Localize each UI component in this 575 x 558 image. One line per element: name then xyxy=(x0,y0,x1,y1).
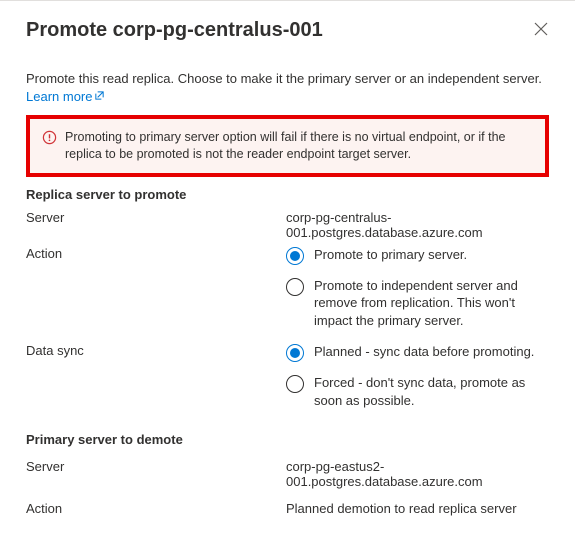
action-option-promote-independent[interactable]: Promote to independent server and remove… xyxy=(286,277,549,330)
radio-label: Promote to independent server and remove… xyxy=(314,277,549,330)
close-icon xyxy=(533,24,549,41)
primary-server-value: corp-pg-eastus2-001.postgres.database.az… xyxy=(286,457,549,489)
radio-icon xyxy=(286,375,304,393)
datasync-options: Planned - sync data before promoting. Fo… xyxy=(286,343,549,409)
radio-icon xyxy=(286,344,304,362)
action-option-promote-primary[interactable]: Promote to primary server. xyxy=(286,246,549,265)
datasync-label: Data sync xyxy=(26,333,276,409)
intro-text: Promote this read replica. Choose to mak… xyxy=(26,70,549,105)
primary-section: Primary server to demote Server corp-pg-… xyxy=(26,432,549,516)
intro-text-content: Promote this read replica. Choose to mak… xyxy=(26,71,542,86)
close-button[interactable] xyxy=(533,19,549,42)
external-link-icon xyxy=(94,88,105,106)
server-label: Server xyxy=(26,208,276,240)
server-value: corp-pg-centralus-001.postgres.database.… xyxy=(286,208,549,240)
radio-label: Forced - don't sync data, promote as soo… xyxy=(314,374,549,409)
replica-grid: Server corp-pg-centralus-001.postgres.da… xyxy=(26,208,549,410)
action-label: Action xyxy=(26,244,276,330)
primary-server-label: Server xyxy=(26,457,276,489)
action-options: Promote to primary server. Promote to in… xyxy=(286,246,549,330)
warning-text: Promoting to primary server option will … xyxy=(65,129,533,163)
primary-section-title: Primary server to demote xyxy=(26,432,549,447)
panel-title: Promote corp-pg-centralus-001 xyxy=(26,19,323,42)
learn-more-link[interactable]: Learn more xyxy=(26,88,105,106)
promote-panel: Promote corp-pg-centralus-001 Promote th… xyxy=(0,1,575,516)
primary-action-label: Action xyxy=(26,499,276,516)
learn-more-label: Learn more xyxy=(26,88,92,106)
radio-label: Promote to primary server. xyxy=(314,246,467,264)
radio-icon xyxy=(286,278,304,296)
primary-action-value: Planned demotion to read replica server xyxy=(286,499,549,516)
datasync-option-planned[interactable]: Planned - sync data before promoting. xyxy=(286,343,549,362)
replica-section-title: Replica server to promote xyxy=(26,187,549,202)
warning-icon xyxy=(42,130,57,148)
radio-icon xyxy=(286,247,304,265)
warning-callout: Promoting to primary server option will … xyxy=(26,115,549,177)
panel-header: Promote corp-pg-centralus-001 xyxy=(26,19,549,42)
datasync-option-forced[interactable]: Forced - don't sync data, promote as soo… xyxy=(286,374,549,409)
radio-label: Planned - sync data before promoting. xyxy=(314,343,534,361)
